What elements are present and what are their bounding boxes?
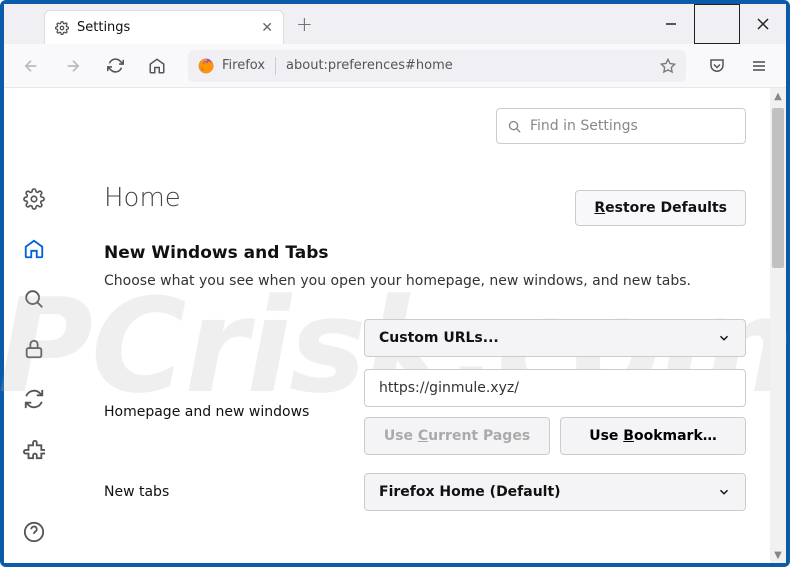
homepage-url-input[interactable]: https://ginmule.xyz/ [364,369,746,407]
identity-label: Firefox [222,58,265,73]
sidebar-general[interactable] [23,188,45,210]
toolbar: Firefox about:preferences#home [4,44,786,88]
search-placeholder: Find in Settings [530,118,638,134]
use-bookmark-button[interactable]: Use Bookmark… [560,417,746,455]
sidebar-sync[interactable] [23,388,45,410]
url-bar[interactable]: Firefox about:preferences#home [188,50,686,82]
browser-tab[interactable]: Settings ✕ [44,10,284,44]
sidebar-privacy[interactable] [23,338,45,360]
scroll-down-icon[interactable]: ▼ [770,547,786,563]
newtabs-mode-select[interactable]: Firefox Home (Default) [364,473,746,511]
sidebar-extensions[interactable] [23,438,45,460]
sidebar-home[interactable] [23,238,45,260]
chevron-down-icon [717,485,731,499]
settings-sidebar [4,88,64,563]
new-tab-button[interactable]: + [296,12,313,36]
gear-icon [55,21,69,35]
homepage-mode-select[interactable]: Custom URLs... [364,319,746,357]
chevron-down-icon [717,331,731,345]
scrollbar[interactable]: ▲ ▼ [770,88,786,563]
scrollbar-thumb[interactable] [772,108,784,268]
close-window-button[interactable] [740,4,786,44]
sidebar-search[interactable] [23,288,45,310]
homepage-label: Homepage and new windows [104,404,364,420]
reload-button[interactable] [98,49,132,83]
section-heading: New Windows and Tabs [104,243,746,263]
select-value: Firefox Home (Default) [379,484,561,500]
main-content: Find in Settings Home Restore Defaults N… [64,88,786,563]
find-in-settings-input[interactable]: Find in Settings [496,108,746,144]
maximize-button[interactable] [694,4,740,44]
tab-title: Settings [77,20,261,35]
use-current-pages-button[interactable]: Use Current Pages [364,417,550,455]
home-button[interactable] [140,49,174,83]
menu-button[interactable] [742,49,776,83]
close-tab-icon[interactable]: ✕ [261,20,273,36]
forward-button[interactable] [56,49,90,83]
sidebar-help[interactable] [23,521,45,543]
bookmark-star-icon[interactable] [660,58,676,74]
select-value: Custom URLs... [379,330,499,346]
back-button[interactable] [14,49,48,83]
pocket-button[interactable] [700,49,734,83]
minimize-button[interactable] [648,4,694,44]
firefox-icon [198,58,214,74]
scroll-up-icon[interactable]: ▲ [770,88,786,104]
section-description: Choose what you see when you open your h… [104,273,746,289]
newtabs-label: New tabs [104,484,364,500]
search-icon [507,119,522,134]
titlebar: Settings ✕ + [4,4,786,44]
restore-defaults-button[interactable]: Restore Defaults [575,190,746,226]
url-text: about:preferences#home [286,58,652,73]
